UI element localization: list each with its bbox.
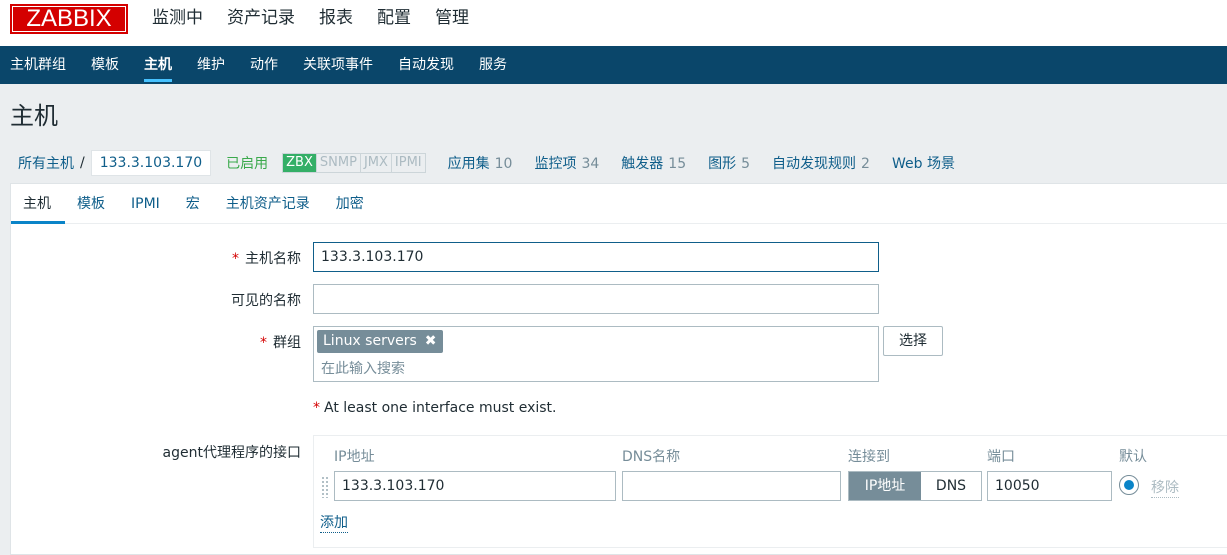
breadcrumb-discovery-rules[interactable]: 自动发现规则 2: [772, 153, 870, 173]
applications-label: 应用集: [447, 155, 490, 172]
agent-interfaces-label: agent代理程序的接口: [162, 445, 301, 461]
breadcrumb-current-host[interactable]: 133.3.103.170: [90, 149, 212, 176]
graphs-label: 图形: [708, 155, 737, 172]
sub-menu-maintenance[interactable]: 维护: [187, 46, 237, 84]
visible-name-input[interactable]: [313, 284, 879, 314]
group-chip-label: Linux servers: [323, 333, 417, 349]
tab-ipmi[interactable]: IPMI: [119, 184, 174, 223]
sub-menu-templates[interactable]: 模板: [81, 46, 131, 84]
interface-port-input[interactable]: 10050: [987, 471, 1112, 501]
header-ip: IP地址: [334, 449, 375, 465]
required-mark: *: [260, 335, 267, 351]
header-dns: DNS名称: [622, 449, 681, 465]
host-name-label-text: 主机名称: [245, 251, 301, 267]
sub-menu-discovery[interactable]: 自动发现: [388, 46, 466, 84]
page-title: 主机: [10, 102, 58, 130]
interface-dns-input[interactable]: [622, 471, 841, 501]
top-menu-inventory[interactable]: 资产记录: [215, 0, 307, 46]
form-tabs: 主机 模板 IPMI 宏 主机资产记录 加密: [11, 184, 1227, 224]
tab-inventory[interactable]: 主机资产记录: [214, 184, 324, 223]
host-status-enabled[interactable]: 已启用: [226, 153, 268, 173]
breadcrumb-web-scenarios[interactable]: Web 场景: [892, 153, 955, 173]
groups-search-input[interactable]: 在此输入搜索: [321, 358, 405, 378]
breadcrumb-triggers[interactable]: 触发器 15: [621, 153, 686, 173]
discovery-rules-count: 2: [861, 155, 870, 172]
group-chip-linux-servers[interactable]: Linux servers ✖: [317, 330, 443, 353]
triggers-count: 15: [668, 155, 687, 172]
logo-text: ZABBIX: [12, 6, 126, 32]
interface-ip-input[interactable]: 133.3.103.170: [334, 471, 616, 501]
top-menu-administration[interactable]: 管理: [423, 0, 481, 46]
tab-host[interactable]: 主机: [11, 184, 65, 224]
applications-count: 10: [494, 155, 513, 172]
connect-to-dns-button[interactable]: DNS: [921, 472, 981, 500]
groups-label-text: 群组: [273, 335, 301, 351]
header-connect-to: 连接到: [848, 449, 890, 465]
items-label: 监控项: [534, 155, 577, 172]
sub-menu-host-groups[interactable]: 主机群组: [0, 46, 78, 84]
graphs-count: 5: [741, 155, 751, 172]
visible-name-label: 可见的名称: [231, 293, 301, 309]
sub-menu: 主机群组 模板 主机 维护 动作 关联项事件 自动发现 服务: [0, 46, 1227, 84]
breadcrumb-separator: /: [80, 154, 85, 171]
availability-jmx: JMX: [361, 153, 392, 172]
sub-menu-actions[interactable]: 动作: [240, 46, 290, 84]
connect-to-toggle: IP地址 DNS: [848, 471, 982, 501]
connect-to-ip-button[interactable]: IP地址: [849, 472, 921, 500]
agent-interfaces-table: IP地址 DNS名称 连接到 端口 默认 133.3.103.170 IP地址 …: [313, 435, 1227, 548]
top-menu-reports[interactable]: 报表: [307, 0, 365, 46]
header-default: 默认: [1119, 449, 1147, 465]
host-form: 主机 模板 IPMI 宏 主机资产记录 加密 * 主机名称 133.3.103.1…: [10, 183, 1227, 555]
host-name-label: * 主机名称: [11, 248, 301, 268]
sub-menu-event-correlation[interactable]: 关联项事件: [293, 46, 385, 84]
header-port: 端口: [987, 449, 1015, 465]
top-menu: 监测中 资产记录 报表 配置 管理: [140, 0, 481, 56]
host-name-input[interactable]: 133.3.103.170: [313, 242, 879, 272]
drag-handle-icon[interactable]: [321, 476, 329, 498]
groups-multiselect[interactable]: Linux servers ✖ 在此输入搜索: [313, 326, 879, 382]
top-bar: ZABBIX 监测中 资产记录 报表 配置 管理: [0, 0, 1227, 56]
default-interface-radio[interactable]: [1119, 475, 1139, 495]
sub-menu-hosts[interactable]: 主机: [134, 46, 184, 84]
tab-encryption[interactable]: 加密: [324, 184, 378, 223]
availability-ipmi: IPMI: [394, 154, 422, 170]
remove-chip-icon[interactable]: ✖: [425, 333, 437, 349]
add-interface-link[interactable]: 添加: [320, 515, 348, 533]
top-menu-configuration[interactable]: 配置: [365, 0, 423, 56]
web-scenarios-label: Web 场景: [891, 155, 955, 172]
zabbix-logo[interactable]: ZABBIX: [10, 4, 128, 34]
tab-templates[interactable]: 模板: [65, 184, 119, 223]
interface-warning-text: At least one interface must exist.: [324, 400, 557, 416]
breadcrumb-all-hosts[interactable]: 所有主机: [10, 153, 74, 173]
sub-menu-services[interactable]: 服务: [469, 46, 519, 84]
breadcrumb-items[interactable]: 监控项 34: [534, 153, 599, 173]
breadcrumb: 所有主机 / 133.3.103.170 已启用 ZBX SNMP JMX IP…: [10, 144, 1227, 181]
tab-macros[interactable]: 宏: [174, 184, 214, 223]
remove-interface-link[interactable]: 移除: [1151, 477, 1179, 498]
breadcrumb-applications[interactable]: 应用集 10: [448, 153, 513, 173]
select-groups-button[interactable]: 选择: [883, 326, 943, 356]
availability-snmp: SNMP: [317, 153, 361, 172]
required-mark: *: [313, 400, 320, 416]
top-menu-monitoring[interactable]: 监测中: [140, 0, 215, 46]
breadcrumb-graphs[interactable]: 图形 5: [708, 153, 750, 173]
items-count: 34: [581, 155, 600, 172]
triggers-label: 触发器: [621, 155, 664, 172]
groups-label: * 群组: [11, 332, 301, 352]
required-mark: *: [232, 251, 239, 267]
interface-warning: * At least one interface must exist.: [313, 400, 557, 416]
availability-zbx: ZBX: [283, 153, 317, 172]
availability-indicators: ZBX SNMP JMX IPMI: [282, 152, 426, 173]
discovery-rules-label: 自动发现规则: [772, 155, 857, 172]
